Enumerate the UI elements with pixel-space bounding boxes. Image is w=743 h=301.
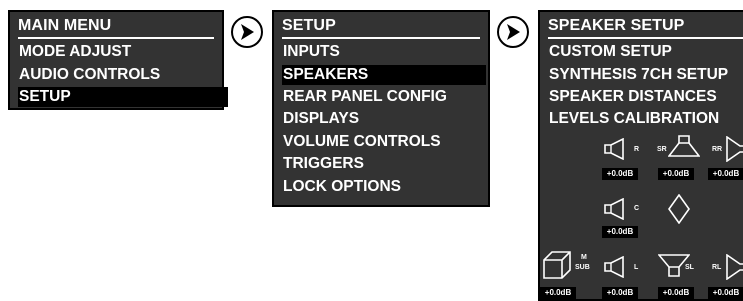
speaker-left-label: L xyxy=(634,264,639,271)
menu-item-speaker-distances[interactable]: SPEAKER DISTANCES xyxy=(548,87,717,107)
menu-item-inputs[interactable]: INPUTS xyxy=(282,42,482,62)
speaker-center-label: C xyxy=(634,205,640,212)
menu-item-synthesis-7ch-setup[interactable]: SYNTHESIS 7CH SETUP xyxy=(548,65,728,85)
menu-item-levels-calibration[interactable]: LEVELS CALIBRATION xyxy=(548,109,719,129)
speaker-surround-right-label: SR xyxy=(657,146,667,153)
menu-item-setup[interactable]: SETUP xyxy=(18,87,228,107)
subwoofer-mode-label: M xyxy=(581,254,587,261)
speaker-rear-right-level[interactable]: +0.0dB xyxy=(708,168,743,180)
menu-item-volume-controls[interactable]: VOLUME CONTROLS xyxy=(282,132,482,152)
setup-title: SETUP xyxy=(282,17,336,34)
speaker-right-level[interactable]: +0.0dB xyxy=(602,168,638,180)
listener-position-icon xyxy=(668,194,690,224)
main-menu-divider xyxy=(18,37,214,39)
menu-item-lock-options[interactable]: LOCK OPTIONS xyxy=(282,177,482,197)
speaker-right-label: R xyxy=(634,146,640,153)
speaker-setup-divider xyxy=(548,37,743,39)
menu-item-rear-panel-config[interactable]: REAR PANEL CONFIG xyxy=(282,87,482,107)
setup-divider xyxy=(282,37,480,39)
speaker-rear-left-icon xyxy=(726,254,743,280)
speaker-rear-right-label: RR xyxy=(712,146,723,153)
subwoofer-label: SUB xyxy=(575,264,590,271)
speaker-rear-left-level[interactable]: +0.0dB xyxy=(708,287,743,299)
speaker-rear-right-icon xyxy=(726,136,743,162)
speaker-center-icon xyxy=(604,198,624,220)
subwoofer-icon xyxy=(543,251,571,279)
speaker-surround-left-level[interactable]: +0.0dB xyxy=(658,287,694,299)
speaker-surround-right-level[interactable]: +0.0dB xyxy=(658,168,694,180)
speaker-right-icon xyxy=(604,138,624,160)
menu-item-displays[interactable]: DISPLAYS xyxy=(282,109,482,129)
main-menu-title: MAIN MENU xyxy=(18,17,112,34)
speaker-left-icon xyxy=(604,256,624,278)
navigate-arrow-icon xyxy=(497,16,529,48)
menu-item-mode-adjust[interactable]: MODE ADJUST xyxy=(18,42,218,62)
navigate-arrow-icon xyxy=(231,16,263,48)
menu-item-triggers[interactable]: TRIGGERS xyxy=(282,154,482,174)
speaker-setup-panel: SPEAKER SETUP CUSTOM SETUP SYNTHESIS 7CH… xyxy=(538,10,743,301)
speaker-surround-left-label: SL xyxy=(685,264,694,271)
menu-item-audio-controls[interactable]: AUDIO CONTROLS xyxy=(18,65,218,85)
setup-panel: SETUP INPUTS SPEAKERS REAR PANEL CONFIG … xyxy=(272,10,490,207)
speaker-surround-right-icon xyxy=(668,135,700,157)
speaker-left-level[interactable]: +0.0dB xyxy=(602,287,638,299)
main-menu-panel: MAIN MENU MODE ADJUST AUDIO CONTROLS SET… xyxy=(8,10,228,110)
menu-item-custom-setup[interactable]: CUSTOM SETUP xyxy=(548,42,672,62)
subwoofer-level[interactable]: +0.0dB xyxy=(540,287,576,299)
menu-item-speakers[interactable]: SPEAKERS xyxy=(282,65,486,85)
speaker-setup-title: SPEAKER SETUP xyxy=(548,17,685,34)
speaker-center-level[interactable]: +0.0dB xyxy=(602,226,638,238)
speaker-rear-left-label: RL xyxy=(712,264,722,271)
